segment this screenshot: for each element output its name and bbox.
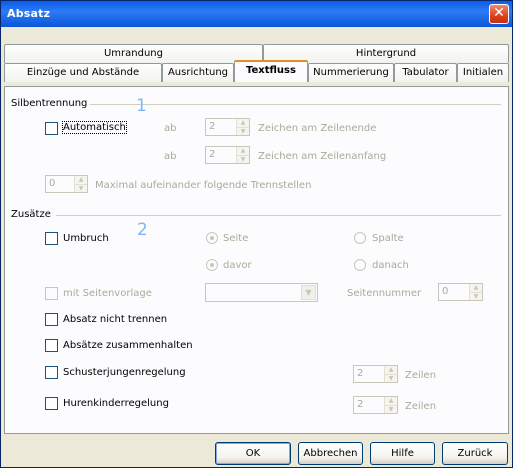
help-button[interactable]: Hilfe [370,442,435,465]
automatisch-label[interactable]: Automatisch [62,121,127,134]
seitennummer-value: 0 [442,286,449,297]
spin-up-icon[interactable]: ▲ [237,147,249,155]
zeilenanfang-spinner[interactable]: 2 ▲ ▼ [205,146,250,164]
zeilenanfang-label: Zeichen am Zeilenanfang [258,151,387,162]
automatisch-checkbox[interactable] [45,122,58,135]
hurenkinder-checkbox[interactable] [45,397,58,410]
tab-nummerierung[interactable]: Nummerierung [308,63,394,82]
tab-textfluss[interactable]: Textfluss [234,60,308,82]
spin-up-icon[interactable]: ▲ [385,397,397,405]
seitenvorlage-select[interactable]: ▼ [205,283,318,302]
hurenkinder-value: 2 [357,399,364,410]
tab-einzuege-und-abstaende[interactable]: Einzüge und Abstände [4,63,162,82]
tab-strip: Umrandung Hintergrund Einzüge und Abstän… [4,44,509,86]
radio-danach[interactable] [354,259,366,271]
row-end-prefix: ab [164,123,177,134]
zeilenanfang-value: 2 [209,149,216,160]
annotation-marker: 1 [136,96,147,116]
tab-panel-textfluss [4,86,509,434]
spin-down-icon[interactable]: ▼ [237,127,249,135]
dialog-window: Absatz ✕ Umrandung Hintergrund Einzüge u… [0,0,513,468]
back-button[interactable]: Zurück [442,442,508,465]
radio-davor-label: davor [223,260,252,271]
radio-spalte[interactable] [354,232,366,244]
trennstellen-spinner[interactable]: 0 ▲ ▼ [45,175,88,193]
zeilenende-label: Zeichen am Zeilenende [258,123,377,134]
spin-down-icon[interactable]: ▼ [470,292,482,300]
seitennummer-label: Seitennummer [347,288,422,299]
radio-seite-label: Seite [223,233,249,244]
tab-tabulator[interactable]: Tabulator [394,63,457,82]
umbruch-checkbox[interactable] [45,232,58,245]
spin-down-icon[interactable]: ▼ [385,374,397,382]
seitenvorlage-checkbox[interactable] [45,287,58,300]
schusterjungen-spinner[interactable]: 2 ▲ ▼ [353,365,398,383]
spin-down-icon[interactable]: ▼ [385,405,397,413]
nicht-trennen-checkbox[interactable] [45,313,58,326]
chevron-down-icon[interactable]: ▼ [301,285,316,300]
hurenkinder-spinner[interactable]: 2 ▲ ▼ [353,396,398,414]
umbruch-label[interactable]: Umbruch [63,233,109,244]
annotation-marker: 2 [137,220,148,240]
divider [56,215,501,216]
zeilenende-spinner[interactable]: 2 ▲ ▼ [205,118,250,136]
tab-initialen[interactable]: Initialen [457,63,509,82]
schusterjungen-label[interactable]: Schusterjungenregelung [63,367,186,378]
ok-button[interactable]: OK [215,442,291,465]
zeilenende-value: 2 [209,121,216,132]
radio-davor[interactable] [206,259,218,271]
radio-seite[interactable] [206,232,218,244]
hurenkinder-label[interactable]: Hurenkinderregelung [63,398,169,409]
nicht-trennen-label[interactable]: Absatz nicht trennen [63,314,167,325]
tab-umrandung[interactable]: Umrandung [4,44,263,63]
spin-down-icon[interactable]: ▼ [75,184,87,192]
radio-spalte-label: Spalte [372,233,404,244]
section-zusaetze: Zusätze [11,209,54,220]
schusterjungen-checkbox[interactable] [45,366,58,379]
spin-up-icon[interactable]: ▲ [237,119,249,127]
radio-danach-label: danach [372,260,409,271]
trennstellen-label: Maximal aufeinander folgende Trennstelle… [95,180,312,191]
spin-up-icon[interactable]: ▲ [385,366,397,374]
zusammenhalten-label[interactable]: Absätze zusammenhalten [63,340,193,351]
zusammenhalten-checkbox[interactable] [45,339,58,352]
seitenvorlage-label: mit Seitenvorlage [63,288,152,299]
cancel-button[interactable]: Abbrechen [298,442,363,465]
spin-up-icon[interactable]: ▲ [75,176,87,184]
section-silbentrennung: Silbentrennung [11,98,91,109]
spin-up-icon[interactable]: ▲ [470,284,482,292]
title-bar[interactable]: Absatz ✕ [1,1,512,27]
spin-down-icon[interactable]: ▼ [237,155,249,163]
tab-ausrichtung[interactable]: Ausrichtung [162,63,234,82]
seitennummer-spinner[interactable]: 0 ▲ ▼ [438,283,483,301]
window-title: Absatz [7,7,51,20]
row-start-prefix: ab [164,151,177,162]
schusterjungen-unit: Zeilen [405,370,437,381]
schusterjungen-value: 2 [357,368,364,379]
close-icon[interactable]: ✕ [489,4,509,24]
hurenkinder-unit: Zeilen [405,401,437,412]
trennstellen-value: 0 [49,178,56,189]
